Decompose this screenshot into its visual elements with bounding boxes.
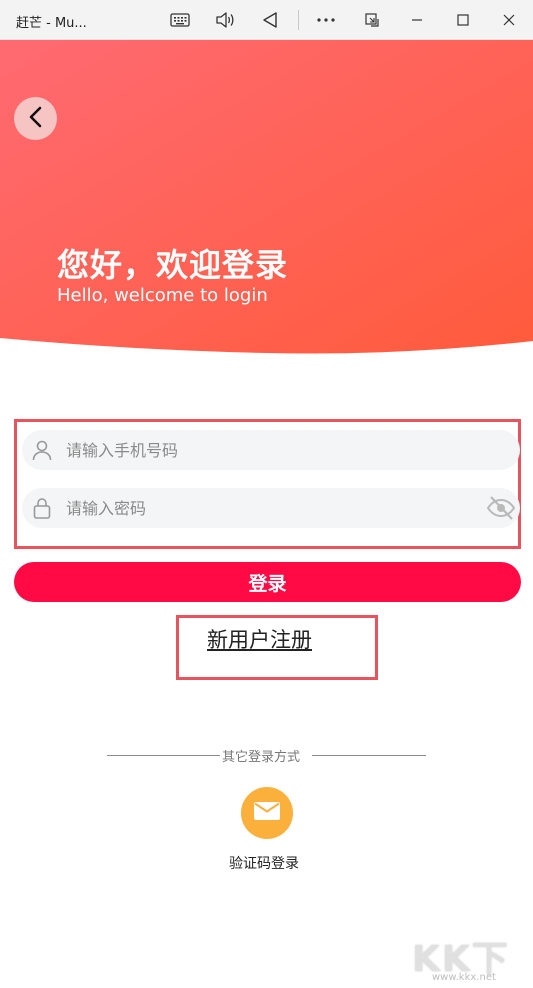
- maximize-icon[interactable]: [447, 4, 479, 36]
- user-icon: [30, 438, 54, 462]
- keyboard-icon[interactable]: [164, 4, 196, 36]
- header-background: [0, 40, 533, 354]
- mail-icon: [253, 801, 281, 825]
- page-title: 您好，欢迎登录: [57, 246, 289, 284]
- register-highlight: 新用户注册: [176, 615, 378, 680]
- minimize-icon[interactable]: [401, 4, 433, 36]
- lock-icon: [30, 496, 54, 520]
- divider-right: [312, 755, 426, 756]
- close-icon[interactable]: [493, 4, 525, 36]
- phone-input[interactable]: [66, 430, 466, 470]
- page-subtitle: Hello, welcome to login: [57, 285, 268, 306]
- title-bar-separator: [298, 10, 299, 30]
- password-input[interactable]: [66, 488, 466, 528]
- chevron-left-icon: [26, 105, 46, 133]
- sms-login-button[interactable]: [241, 787, 293, 839]
- more-icon[interactable]: [310, 4, 342, 36]
- watermark-url: www.kkx.net: [432, 972, 496, 983]
- login-header: [0, 40, 533, 360]
- restore-window-icon[interactable]: [356, 4, 388, 36]
- divider-left: [107, 755, 220, 756]
- register-link[interactable]: 新用户注册: [207, 624, 312, 654]
- login-form: [14, 419, 521, 549]
- other-login-label: 其它登录方式: [222, 750, 301, 765]
- sms-login-label[interactable]: 验证码登录: [229, 853, 299, 873]
- back-button[interactable]: [14, 97, 57, 140]
- login-button[interactable]: 登录: [14, 562, 521, 602]
- back-triangle-icon[interactable]: [254, 4, 286, 36]
- password-field: [22, 488, 520, 528]
- volume-icon[interactable]: [209, 4, 241, 36]
- watermark: KK下载 www.kkx.net: [412, 930, 532, 988]
- title-bar: 赶芒 - Mu...: [0, 0, 533, 40]
- eye-off-icon[interactable]: [486, 495, 516, 521]
- app-window: 赶芒 - Mu... 您好，欢迎登录 Hello, welcome to log…: [0, 0, 533, 988]
- window-title: 赶芒 - Mu...: [16, 16, 87, 31]
- phone-field: [22, 430, 520, 470]
